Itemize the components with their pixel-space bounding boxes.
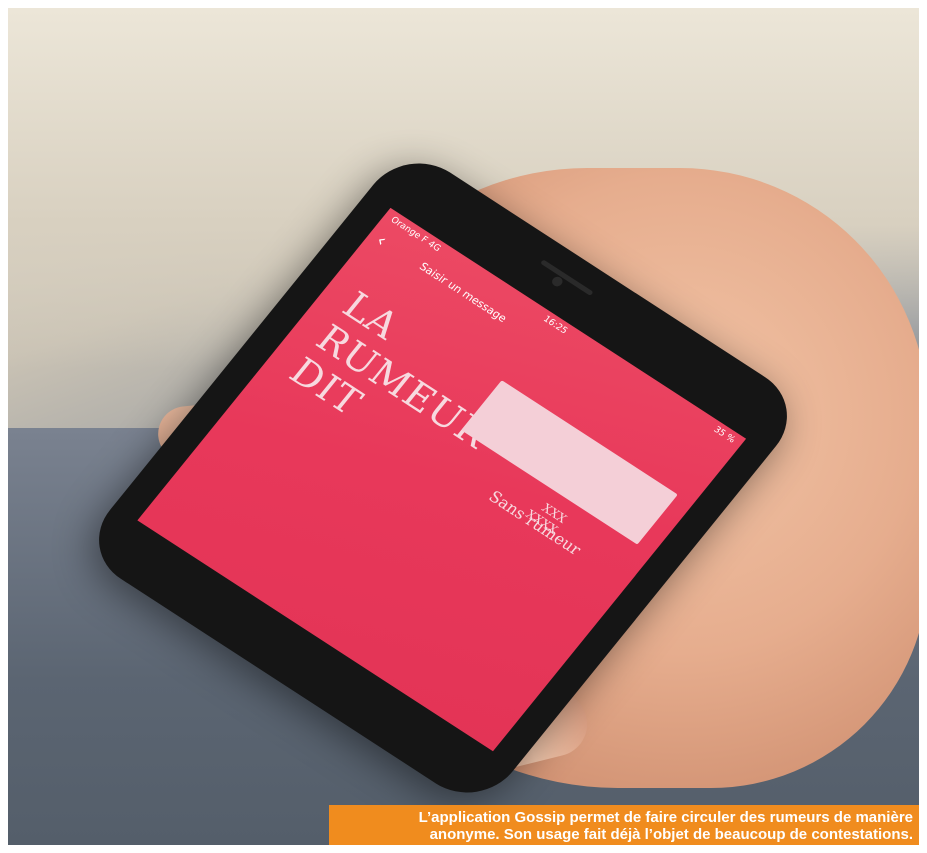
photo-caption: L’application Gossip permet de faire cir… <box>329 805 919 845</box>
phone-screen: Orange F 4G 16:25 35 % ‹ Saisir un messa… <box>137 207 747 752</box>
caption-line: anonyme. Son usage fait déjà l’objet de … <box>429 826 913 843</box>
check-icon[interactable]: ✓ <box>726 386 747 421</box>
smartphone: Orange F 4G 16:25 35 % ‹ Saisir un messa… <box>77 144 809 812</box>
chevron-left-icon[interactable]: ‹ <box>372 230 391 250</box>
speaker <box>540 259 594 296</box>
caption-line: L’application Gossip permet de faire cir… <box>418 809 913 826</box>
photo: Orange F 4G 16:25 35 % ‹ Saisir un messa… <box>8 8 919 845</box>
